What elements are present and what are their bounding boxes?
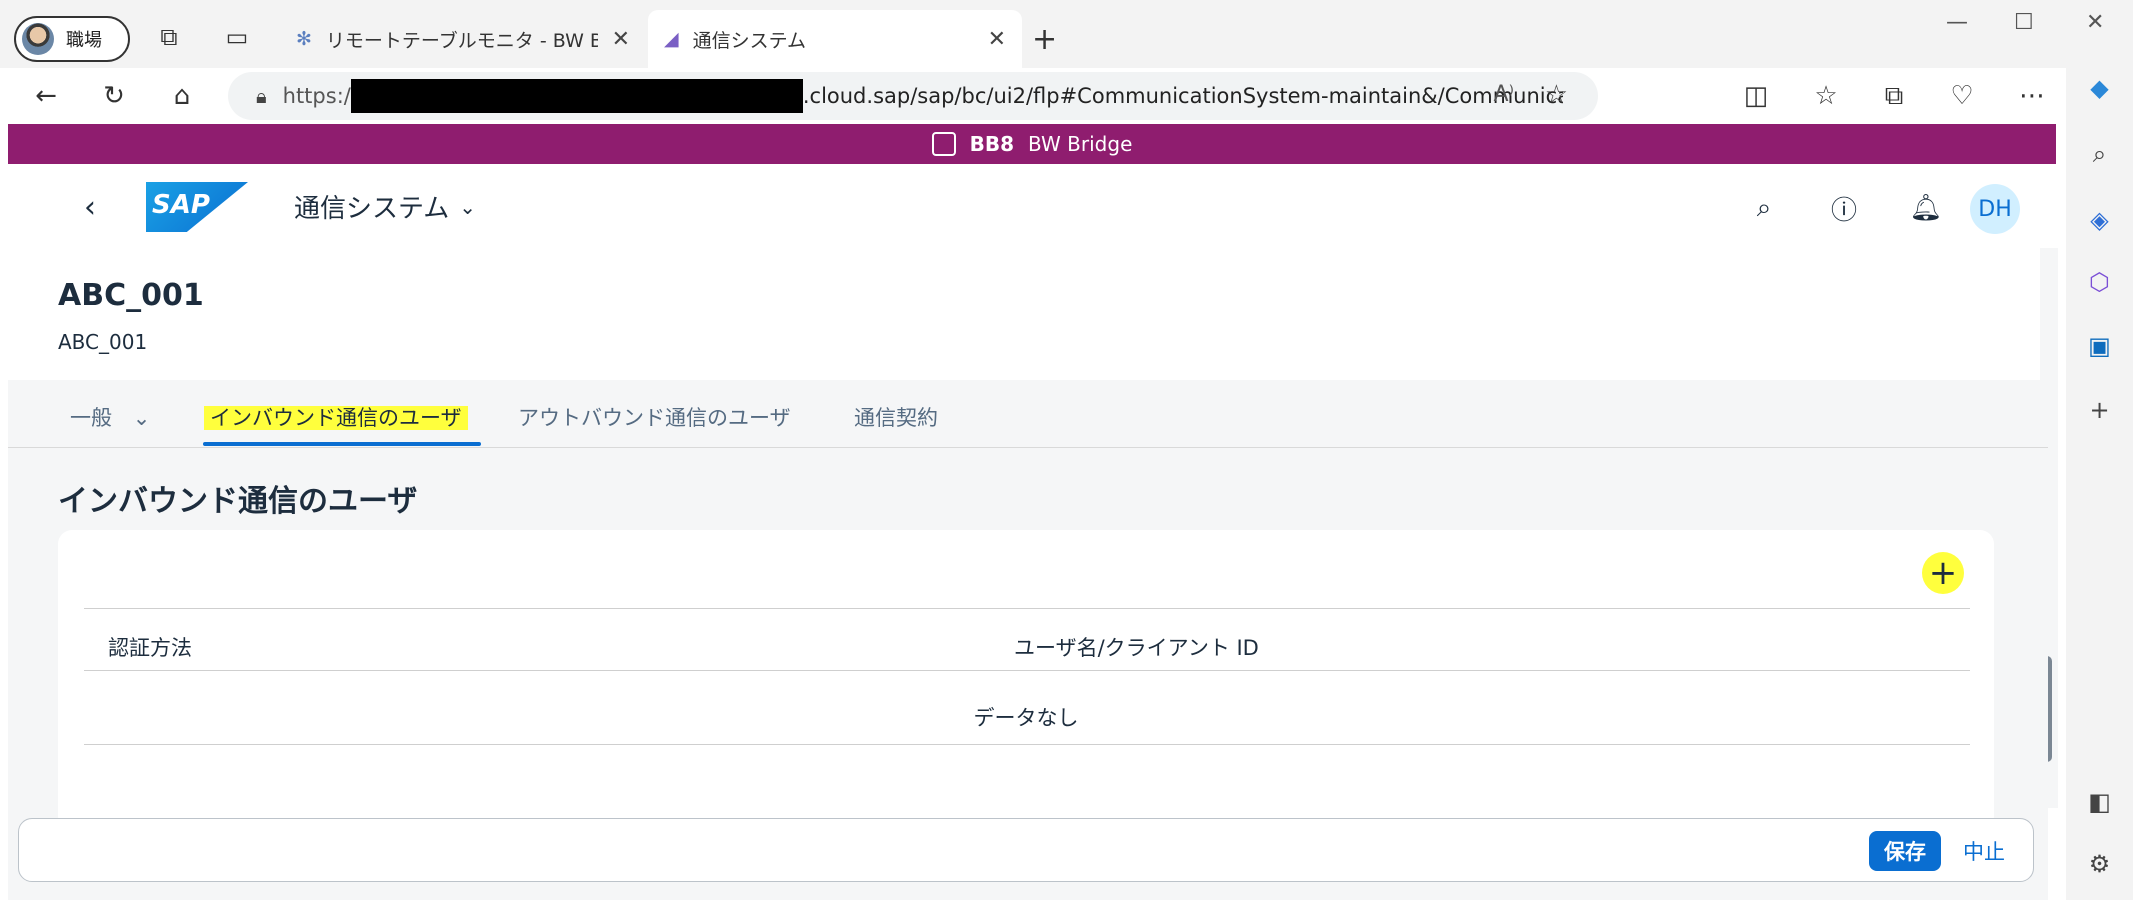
help-icon[interactable]: ⓘ (1822, 186, 1866, 230)
lock-icon[interactable]: 🔒︎ (256, 84, 267, 108)
read-aloud-icon[interactable]: A⁾ (1494, 82, 1514, 107)
tab-label: リモートテーブルモニタ - BW Bridge (S (325, 29, 598, 52)
browser-titlebar: 職場 ⧉ ▭ ✻ リモートテーブルモニタ - BW Bridge (S ✕ ◢ … (0, 0, 2133, 68)
system-id: BB8 (969, 132, 1015, 156)
more-menu-icon[interactable]: ⋯ (2012, 76, 2052, 116)
table-header-top-border (84, 608, 1970, 609)
collections-icon[interactable]: ⧉ (1874, 76, 1914, 116)
system-copy-icon (931, 132, 956, 156)
minimize-icon[interactable]: — (1946, 10, 1968, 35)
tab-label: アウトバウンド通信のユーザ (518, 406, 791, 430)
column-header-username[interactable]: ユーザ名/クライアント ID (1014, 632, 1259, 662)
browser-toolbar: ← ↻ ⌂ 🔒︎ https:/ .cloud.sap/sap/bc/ui2/f… (0, 68, 2133, 124)
workspaces-icon[interactable]: ⧉ (152, 20, 186, 54)
chevron-down-icon: ⌄ (132, 406, 151, 430)
cancel-button[interactable]: 中止 (1963, 831, 2005, 871)
save-button[interactable]: 保存 (1869, 831, 1941, 871)
no-data-text: データなし (973, 706, 1079, 730)
user-avatar[interactable]: DH (1970, 184, 2020, 234)
chevron-down-icon: ⌄ (459, 194, 476, 219)
sap-logo[interactable]: SAP (146, 182, 248, 232)
footer-toolbar: 保存 中止 (18, 818, 2034, 882)
browser-essentials-icon[interactable]: ♡ (1942, 76, 1982, 116)
close-tab-icon[interactable]: ✕ (612, 27, 630, 52)
new-tab-icon[interactable]: + (1032, 22, 1057, 57)
address-bar[interactable]: 🔒︎ https:/ .cloud.sap/sap/bc/ui2/flp#Com… (228, 72, 1598, 120)
tab-outbound-users[interactable]: アウトバウンド通信のユーザ (518, 402, 791, 432)
add-icon[interactable]: + (1922, 552, 1964, 594)
search-icon[interactable]: ⌕ (1742, 186, 1786, 230)
redacted-host (350, 79, 803, 113)
office-icon[interactable]: ⬡ (2066, 268, 2133, 296)
browser-tab-remote-table-monitor[interactable]: ✻ リモートテーブルモニタ - BW Bridge (S ✕ (280, 10, 646, 68)
tab-inbound-users[interactable]: インバウンド通信のユーザ (204, 402, 468, 432)
refresh-icon[interactable]: ↻ (94, 76, 134, 116)
tab-label: 通信システム (692, 29, 807, 52)
profile-avatar (22, 23, 54, 55)
close-window-icon[interactable]: ✕ (2086, 10, 2104, 35)
object-title: ABC_001 (58, 278, 204, 313)
back-arrow-icon[interactable]: ← (26, 76, 66, 116)
app-title-menu[interactable]: 通信システム ⌄ (294, 188, 476, 225)
url-path: .cloud.sap/sap/bc/ui2/flp#CommunicationS… (802, 84, 1563, 108)
sap-favicon-icon: ✻ (296, 28, 312, 50)
object-header: ABC_001 ABC_001 (8, 248, 2048, 380)
add-sidebar-app-icon[interactable]: + (2066, 396, 2133, 424)
maximize-icon[interactable]: ☐ (2014, 10, 2034, 35)
split-screen-icon[interactable]: ◫ (1736, 76, 1776, 116)
url-prefix: https:/ (282, 84, 351, 108)
system-bar: BB8 BW Bridge (8, 124, 2056, 164)
outlook-icon[interactable]: ▣ (2066, 332, 2133, 360)
app-title: 通信システム (294, 194, 450, 224)
tab-label: 一般 (70, 406, 112, 430)
column-header-auth-method[interactable]: 認証方法 (108, 632, 192, 662)
selected-tab-indicator (203, 442, 481, 446)
profile-label: 職場 (66, 30, 102, 51)
table-header-bottom-border (84, 670, 1970, 671)
shell-bar: ‹ SAP 通信システム ⌄ ⌕ ⓘ 🔔︎ DH (8, 164, 2048, 248)
settings-gear-icon[interactable]: ⚙ (2066, 850, 2133, 878)
back-chevron-icon[interactable]: ‹ (84, 190, 96, 225)
system-name: BW Bridge (1028, 132, 1133, 156)
shopping-tag-icon[interactable]: ◈ (2066, 206, 2133, 234)
tab-general[interactable]: 一般 ⌄ (70, 402, 150, 432)
profile-button[interactable]: 職場 (14, 16, 130, 62)
section-title: インバウンド通信のユーザ (58, 484, 418, 519)
inbound-users-table-card: + 認証方法 ユーザ名/クライアント ID データなし (58, 530, 1994, 830)
section-tabbar: 一般 ⌄ インバウンド通信のユーザ アウトバウンド通信のユーザ 通信契約 (8, 380, 2048, 448)
hide-sidebar-icon[interactable]: ◧ (2066, 788, 2133, 816)
tab-label: インバウンド通信のユーザ (204, 406, 468, 430)
copilot-icon[interactable]: ◆ (2066, 74, 2133, 102)
object-subtitle: ABC_001 (58, 330, 148, 354)
search-icon[interactable]: ⌕ (2066, 140, 2133, 168)
edge-sidebar: ◆ ⌕ ◈ ⬡ ▣ + ◧ ⚙ (2066, 68, 2133, 900)
close-tab-icon[interactable]: ✕ (988, 27, 1006, 52)
notifications-bell-icon[interactable]: 🔔︎ (1904, 186, 1948, 230)
vertical-tabs-icon[interactable]: ▭ (220, 20, 254, 54)
browser-tab-communication-system[interactable]: ◢ 通信システム ✕ (648, 10, 1022, 68)
favorite-star-icon[interactable]: ☆ (1545, 80, 1568, 110)
favorites-icon[interactable]: ☆ (1806, 76, 1846, 116)
tab-label: 通信契約 (854, 406, 938, 430)
home-icon[interactable]: ⌂ (162, 76, 202, 116)
app-favicon-icon: ◢ (664, 28, 679, 50)
tab-communication-arrangements[interactable]: 通信契約 (854, 402, 938, 432)
table-bottom-border (84, 744, 1970, 745)
